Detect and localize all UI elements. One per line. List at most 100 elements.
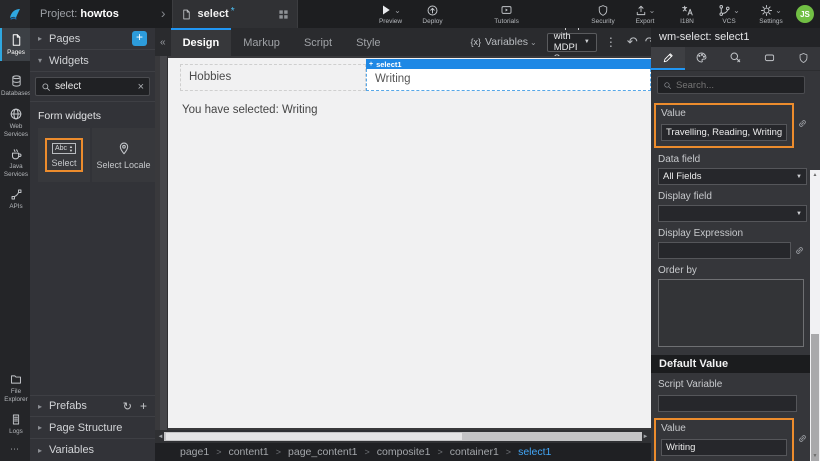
grid-icon[interactable] <box>278 9 289 20</box>
scrollbar-track[interactable] <box>164 432 642 441</box>
vertical-scrollbar[interactable]: ▲ ▼ <box>810 170 820 461</box>
widget-tag[interactable]: +select1 <box>366 60 402 69</box>
display-expression-property: Display Expression <box>658 228 807 259</box>
i18n-button[interactable]: I18N <box>670 0 704 28</box>
widget-search-input[interactable] <box>55 81 138 92</box>
scrollbar-thumb[interactable] <box>166 433 462 440</box>
script-variable-label: Script Variable <box>658 379 807 390</box>
value-input[interactable] <box>661 124 787 141</box>
tutorials-button[interactable]: Tutorials <box>490 0 524 28</box>
breadcrumb-item-active[interactable]: select1 <box>518 446 551 458</box>
select-widget-icon: Abc▲▼ <box>52 143 76 154</box>
add-page-button[interactable]: + <box>132 31 147 46</box>
bind-link-icon[interactable] <box>794 433 810 444</box>
undo-icon[interactable]: ↶ <box>627 34 638 50</box>
canvas-page[interactable]: Hobbies +select1 Writing You have select… <box>168 58 651 428</box>
tab-devices[interactable] <box>752 47 786 70</box>
scroll-up-icon[interactable]: ▲ <box>810 172 820 178</box>
select-control[interactable]: Writing <box>366 69 651 91</box>
collapse-left-panel-button[interactable]: « <box>155 37 171 48</box>
tab-style[interactable]: Style <box>344 28 392 56</box>
clear-search-icon[interactable]: × <box>138 81 144 93</box>
bind-link-icon[interactable] <box>791 245 807 256</box>
i18n-language-icon <box>681 4 694 17</box>
rail-item-file-explorer[interactable]: File Explorer <box>0 368 30 408</box>
script-variable-input[interactable] <box>658 395 797 412</box>
pages-section-header[interactable]: ▸ Pages + <box>30 28 155 50</box>
preview-button[interactable]: ⌄ Preview <box>374 0 408 28</box>
display-expression-input[interactable] <box>658 242 791 259</box>
breadcrumb-item[interactable]: container1 <box>450 446 499 458</box>
folder-icon <box>9 373 23 386</box>
breadcrumb-separator: > <box>365 447 370 457</box>
widget-tile-select[interactable]: Abc▲▼ Select <box>38 128 90 182</box>
tab-design[interactable]: Design <box>171 28 232 56</box>
rail-item-java-services[interactable]: Java Services <box>0 142 30 183</box>
scroll-right-icon[interactable]: ► <box>642 434 649 440</box>
settings-button[interactable]: ⌄ Settings <box>754 0 788 28</box>
export-button[interactable]: ⌄ Export <box>628 0 662 28</box>
rail-item-logs[interactable]: Logs <box>0 408 30 440</box>
rail-label: APIs <box>9 203 22 211</box>
widgets-section-header[interactable]: ▾ Widgets <box>30 50 155 72</box>
breadcrumb-item[interactable]: composite1 <box>377 446 431 458</box>
deploy-label: Deploy <box>422 18 442 25</box>
widget-selection-bar[interactable]: +select1 <box>366 59 651 69</box>
data-field-select[interactable]: All Fields ▼ <box>658 168 807 185</box>
tab-security[interactable] <box>786 47 820 70</box>
property-search-box[interactable] <box>657 76 805 94</box>
rail-more-button[interactable]: ⋯ <box>0 440 30 461</box>
chevron-right-icon: ▸ <box>38 446 42 455</box>
location-pin-icon <box>117 141 131 156</box>
tab-markup[interactable]: Markup <box>231 28 292 56</box>
rail-spacer <box>0 215 30 368</box>
rail-label: Web Services <box>2 123 30 139</box>
horizontal-scrollbar[interactable]: ◄ ► <box>155 430 651 443</box>
breadcrumb: page1 > content1 > page_content1 > compo… <box>155 443 651 461</box>
bind-link-icon[interactable] <box>794 118 810 129</box>
default-value-input[interactable] <box>661 439 787 456</box>
wavemaker-logo[interactable] <box>0 0 30 28</box>
security-label: Security <box>591 18 614 25</box>
tab-script[interactable]: Script <box>292 28 344 56</box>
page-tab-select[interactable]: select * <box>172 0 298 28</box>
kebab-menu-icon[interactable]: ⋮ <box>605 35 617 49</box>
property-search-input[interactable] <box>676 80 799 91</box>
rail-item-pages[interactable]: Pages <box>0 28 30 61</box>
breadcrumb-item[interactable]: page1 <box>180 446 209 458</box>
tab-properties[interactable] <box>651 47 685 70</box>
variables-section-header[interactable]: ▸ Variables <box>30 439 155 461</box>
user-avatar[interactable]: JS <box>796 5 814 23</box>
scrollbar-thumb[interactable] <box>811 334 819 461</box>
hobbies-label-widget[interactable]: Hobbies <box>180 64 366 91</box>
dropdown-arrow-icon: ▼ <box>796 174 802 180</box>
device-selector[interactable]: Laptop with MDPI Screen ▼ <box>547 33 597 52</box>
vcs-button[interactable]: ⌄ VCS <box>712 0 746 28</box>
scroll-down-icon[interactable]: ▼ <box>810 453 820 459</box>
page-structure-section-header[interactable]: ▸ Page Structure <box>30 417 155 439</box>
add-prefab-icon[interactable]: + <box>140 399 147 413</box>
tab-events[interactable] <box>719 47 753 70</box>
widget-tile-select-locale[interactable]: Select Locale <box>92 128 155 182</box>
scroll-left-icon[interactable]: ◄ <box>157 434 164 440</box>
widget-search-box[interactable]: × <box>35 77 150 96</box>
refresh-icon[interactable]: ↻ <box>123 400 132 413</box>
widget-tag-label: select1 <box>376 60 401 69</box>
breadcrumb-item[interactable]: page_content1 <box>288 446 357 458</box>
breadcrumb-item[interactable]: content1 <box>228 446 268 458</box>
select1-widget[interactable]: +select1 Writing <box>366 59 651 91</box>
security-button[interactable]: Security <box>586 0 620 28</box>
rail-item-apis[interactable]: APIs <box>0 183 30 215</box>
vcs-label: VCS <box>722 18 735 25</box>
order-by-box[interactable] <box>658 279 804 347</box>
rail-item-databases[interactable]: Databases <box>0 69 30 102</box>
tab-styles[interactable] <box>685 47 719 70</box>
caret-down-icon: ⌄ <box>530 38 537 47</box>
display-field-select[interactable]: ▼ <box>658 205 807 222</box>
variables-dropdown[interactable]: {x} Variables ⌄ <box>471 36 537 48</box>
security-shield-icon <box>597 4 609 17</box>
prefabs-section-header[interactable]: ▸ Prefabs ↻ + <box>30 395 155 417</box>
deploy-button[interactable]: Deploy <box>416 0 450 28</box>
tab-label: Style <box>356 37 380 49</box>
rail-item-web-services[interactable]: Web Services <box>0 102 30 143</box>
